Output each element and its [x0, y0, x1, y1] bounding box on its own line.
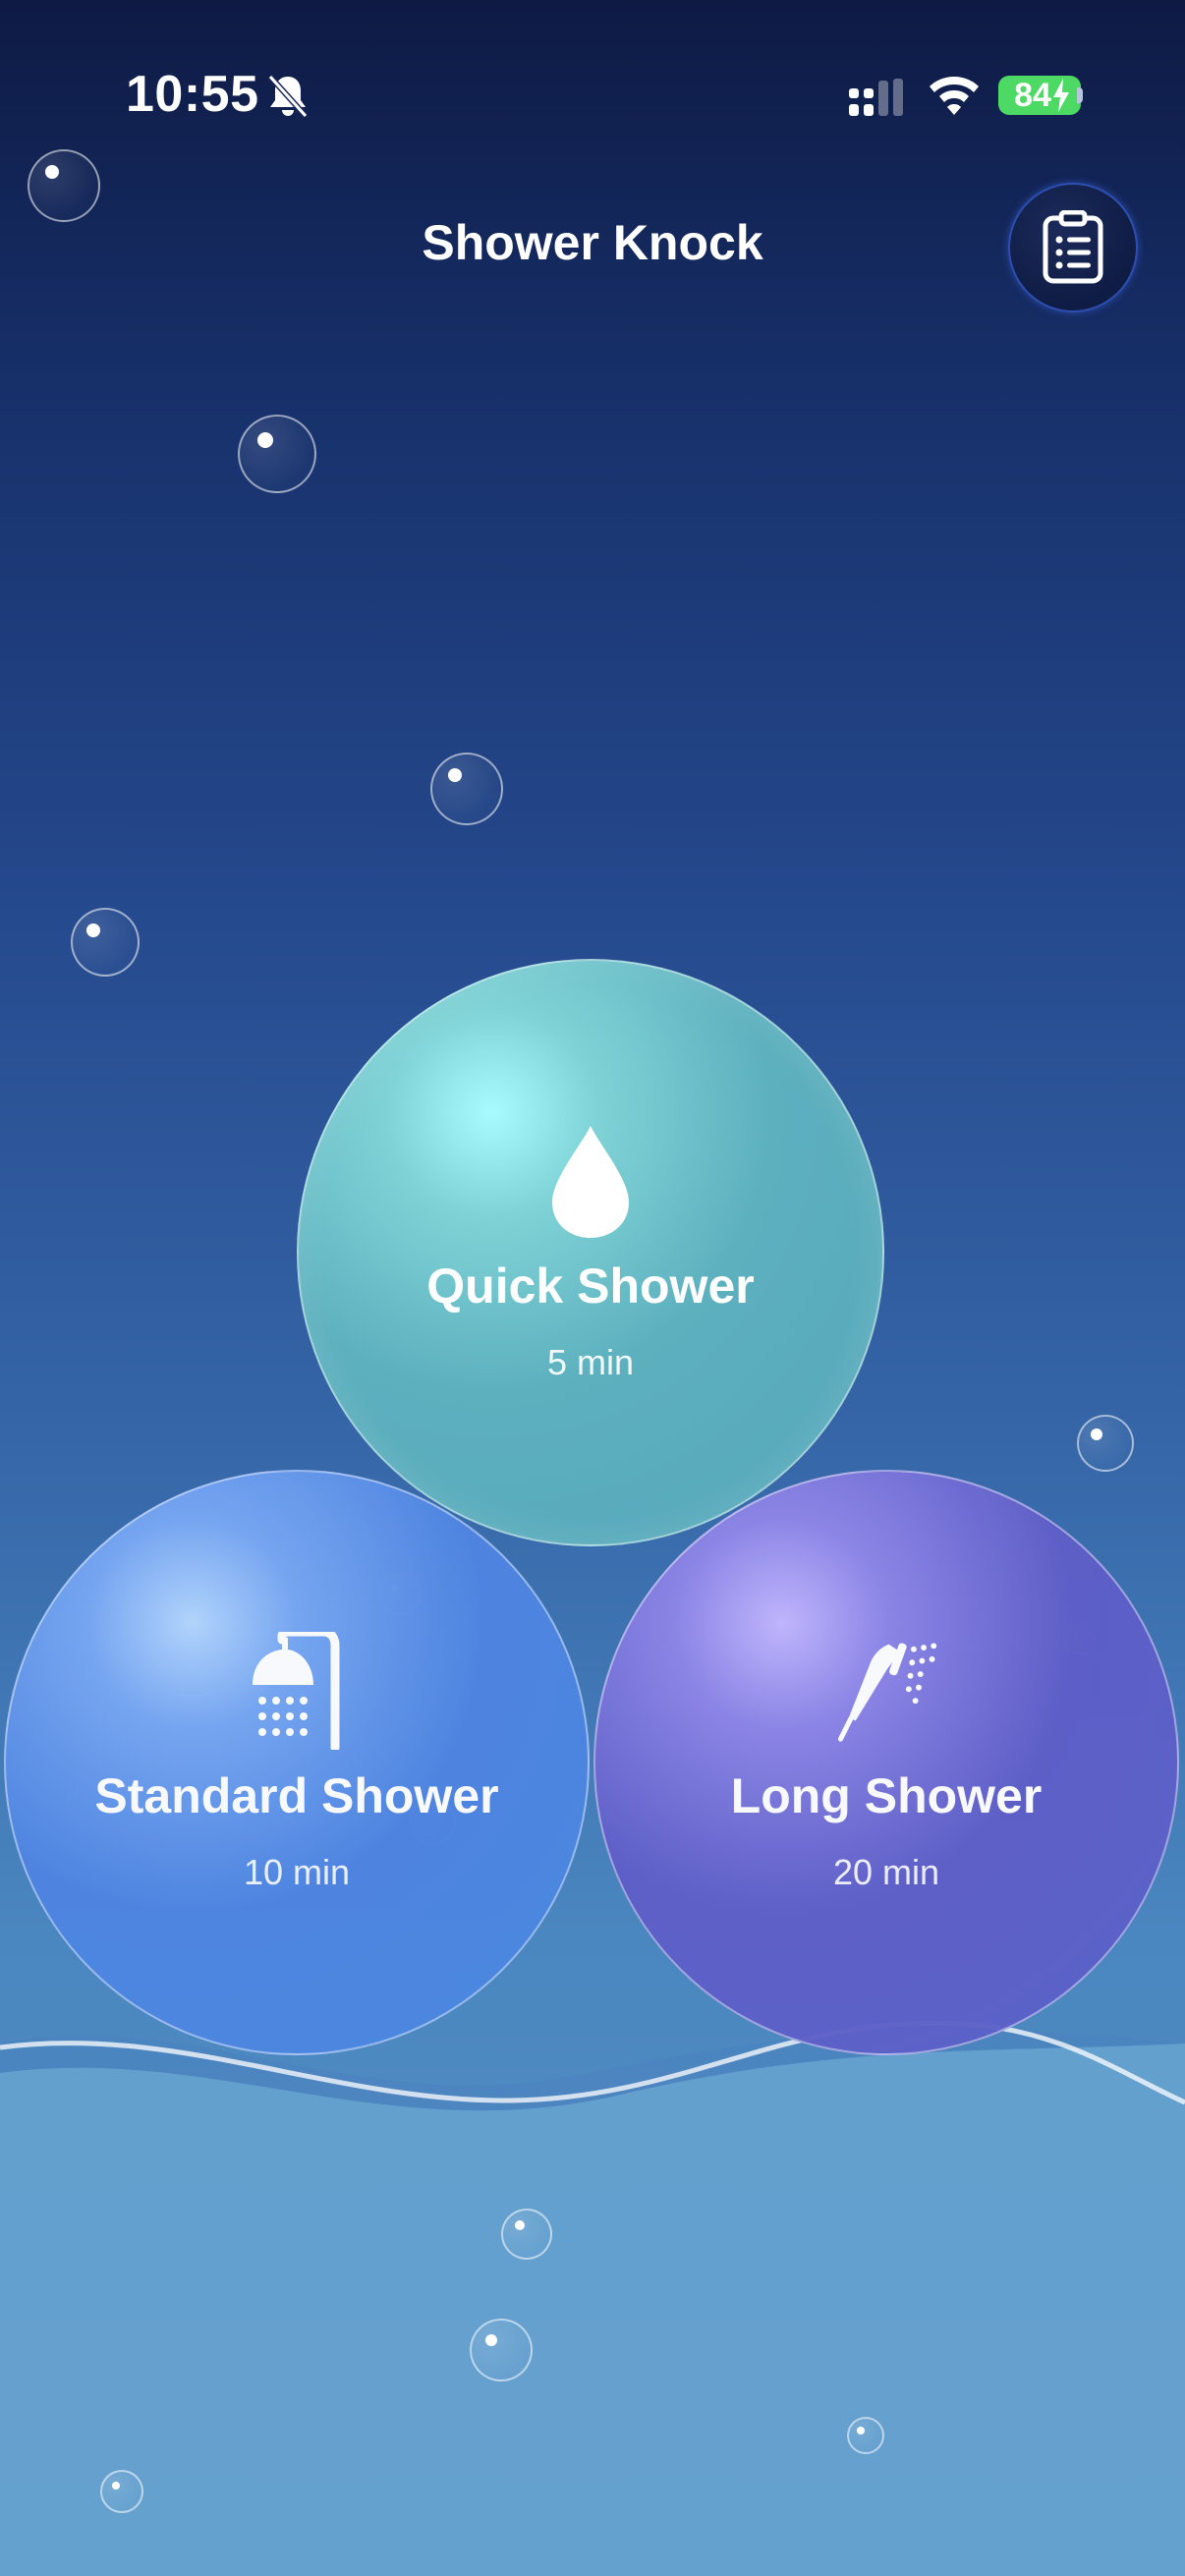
handheld-shower-icon: [837, 1643, 937, 1742]
cellular-signal-icon: [849, 79, 903, 116]
bubble: [847, 2417, 884, 2454]
bell-slash-icon: [267, 74, 309, 119]
bubble: [1077, 1415, 1134, 1472]
shower-name: Standard Shower: [94, 1768, 499, 1823]
bubble: [470, 2319, 533, 2381]
charging-bolt-icon: [1053, 79, 1069, 112]
battery-cap: [1077, 87, 1083, 103]
shower-duration: 20 min: [832, 1852, 940, 1892]
shower-duration: 10 min: [243, 1852, 351, 1892]
shower-duration: 5 min: [546, 1342, 635, 1382]
water-waves: [0, 2020, 1185, 2576]
bubble: [28, 149, 100, 222]
page-title: Shower Knock: [422, 215, 763, 270]
shower-name: Quick Shower: [426, 1259, 755, 1314]
bubble: [501, 2209, 552, 2260]
shower-log-button[interactable]: [1008, 183, 1138, 312]
bubble: [100, 2470, 143, 2513]
quick-shower-button[interactable]: Quick Shower 5 min: [297, 959, 884, 1546]
standard-shower-button[interactable]: Standard Shower 10 min: [4, 1470, 590, 2055]
status-time: 10:55: [126, 66, 259, 123]
shower-name: Long Shower: [730, 1768, 1043, 1823]
bubble: [71, 908, 140, 977]
bubble: [430, 753, 503, 825]
shower-head-icon: [253, 1632, 340, 1750]
clipboard-list-icon: [1043, 210, 1103, 284]
wifi-icon: [930, 77, 979, 115]
bubble: [238, 415, 316, 493]
water-drop-icon: [552, 1126, 629, 1238]
long-shower-button[interactable]: Long Shower 20 min: [593, 1470, 1179, 2055]
